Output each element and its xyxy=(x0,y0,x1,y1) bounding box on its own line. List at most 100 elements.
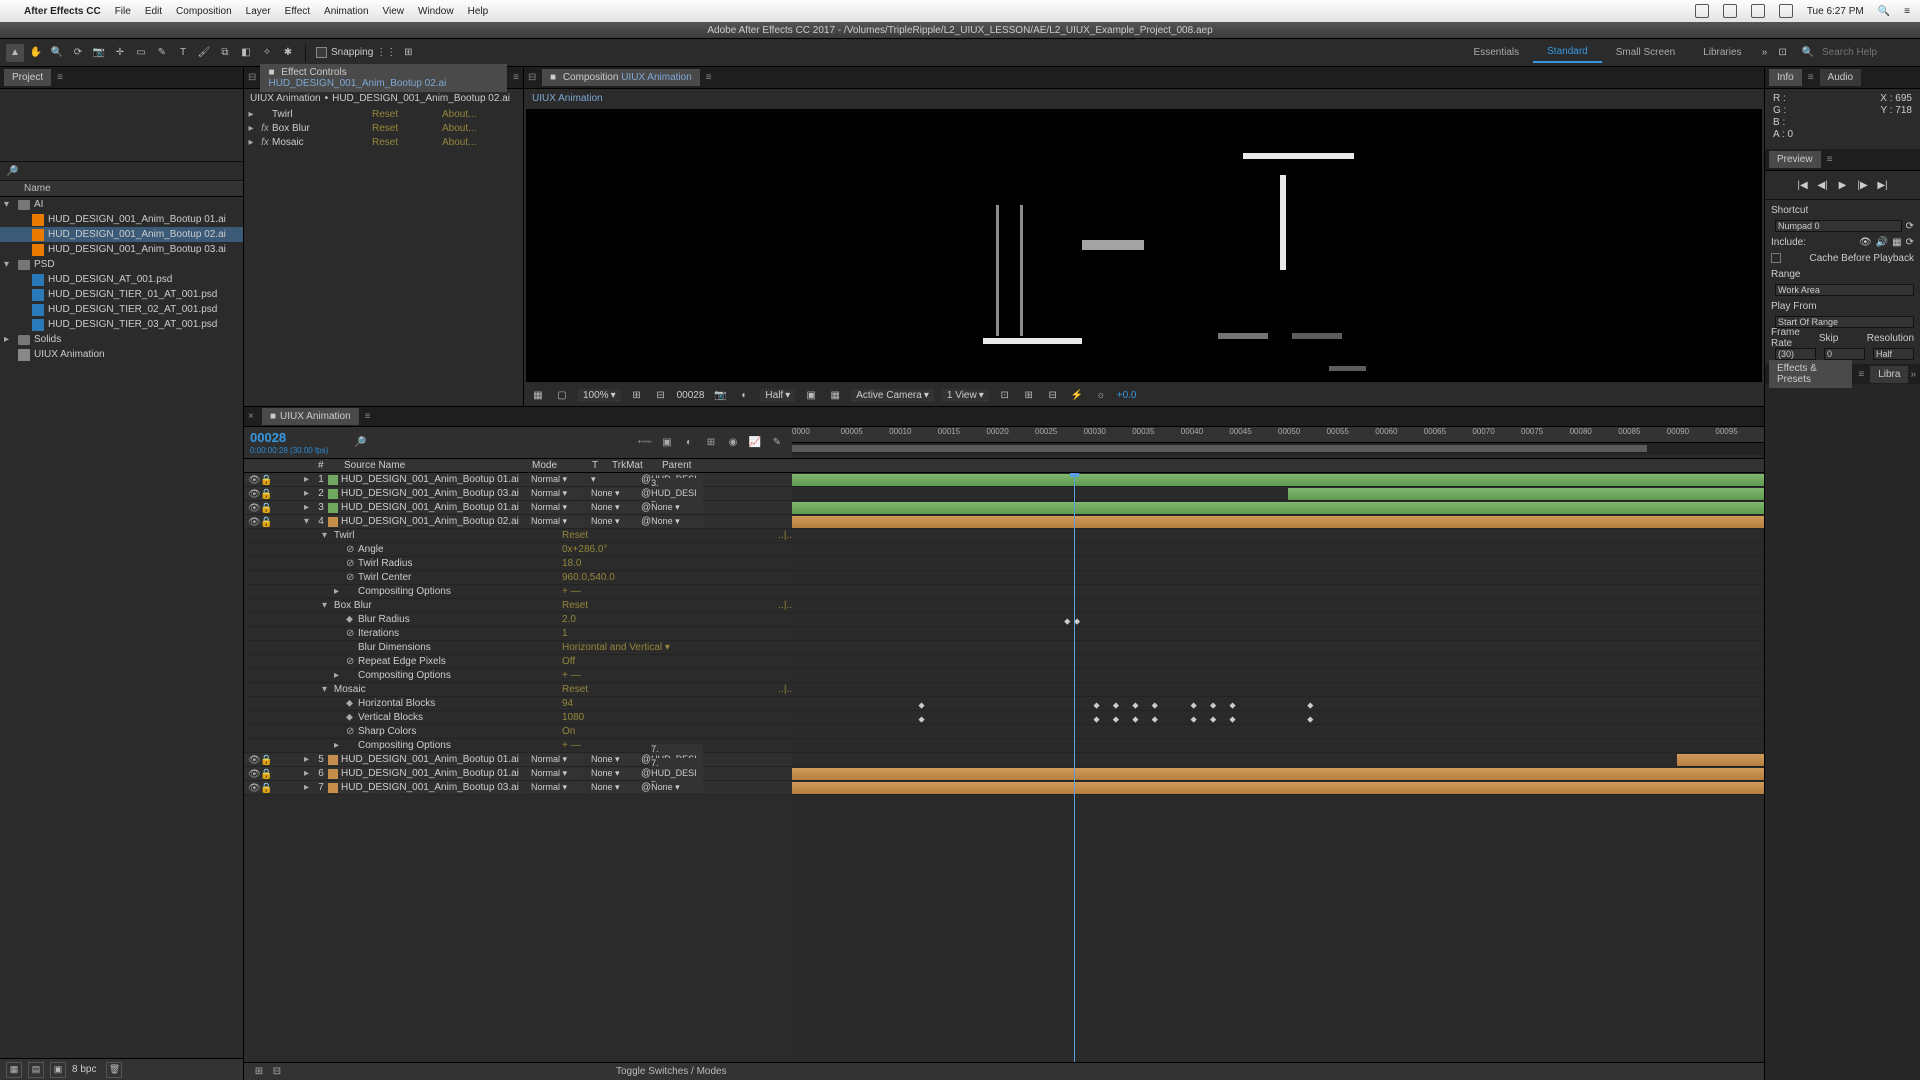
layer-clip[interactable] xyxy=(1677,754,1764,766)
spotlight-icon[interactable]: 🔍 xyxy=(1878,6,1890,17)
rotate-tool-icon[interactable]: ⟳ xyxy=(69,44,87,62)
twirl-icon[interactable]: ▸ xyxy=(304,474,314,485)
search-help-input[interactable] xyxy=(1820,46,1910,59)
keyframe[interactable]: ⬥ xyxy=(918,700,925,707)
keyframe[interactable]: ⬥ xyxy=(1152,700,1159,707)
fr-dropdown[interactable]: (30) xyxy=(1775,348,1816,360)
parent-pickwhip-icon[interactable]: @ xyxy=(641,502,651,513)
layer-clip[interactable] xyxy=(792,502,1764,514)
property-row[interactable]: ⊘Sharp ColorsOn xyxy=(244,725,792,739)
visibility-icon[interactable]: 👁 xyxy=(248,503,258,513)
visibility-icon[interactable]: 👁 xyxy=(248,489,258,499)
track-row[interactable] xyxy=(792,599,1764,613)
app-name[interactable]: After Effects CC xyxy=(24,6,101,17)
keyframe[interactable]: ⬥ xyxy=(1093,714,1100,721)
trash-icon[interactable]: 🗑 xyxy=(106,1062,122,1078)
project-item[interactable]: ▾PSD xyxy=(0,257,243,272)
keyframe[interactable]: ⬥ xyxy=(1113,700,1120,707)
property-row[interactable]: ⬥Horizontal Blocks94 xyxy=(244,697,792,711)
status-icon[interactable] xyxy=(1695,4,1709,18)
layer-color[interactable] xyxy=(328,769,338,779)
info-tab[interactable]: Info xyxy=(1769,69,1802,86)
project-item[interactable]: HUD_DESIGN_001_Anim_Bootup 01.ai xyxy=(0,212,243,227)
keyframe[interactable]: ⬥ xyxy=(1229,714,1236,721)
camera-tool-icon[interactable]: 📷 xyxy=(90,44,108,62)
layer-row[interactable]: 👁🔒 ▸ 7 HUD_DESIGN_001_Anim_Bootup 03.ai … xyxy=(244,781,792,795)
panel-menu-icon[interactable]: ≡ xyxy=(706,72,712,83)
include-audio-icon[interactable]: 🔊 xyxy=(1876,237,1888,248)
property-row[interactable]: ⊘Angle0x+286.0° xyxy=(244,543,792,557)
project-item[interactable]: ▸Solids xyxy=(0,332,243,347)
roi-icon[interactable]: ▣ xyxy=(803,387,819,403)
view-opt-icon[interactable]: ⊞ xyxy=(1021,387,1037,403)
track-area[interactable]: ⬥⬥⬥⬥⬥⬥⬥⬥⬥⬥⬥⬥⬥⬥⬥⬥⬥⬥⬥⬥ xyxy=(792,473,1764,1062)
transparency-icon[interactable]: ▦ xyxy=(827,387,843,403)
track-row[interactable] xyxy=(792,767,1764,781)
menu-view[interactable]: View xyxy=(383,6,405,17)
visibility-icon[interactable]: 👁 xyxy=(248,755,258,765)
blend-mode-dropdown[interactable]: Normal ▾ xyxy=(531,474,583,485)
composition-viewer[interactable] xyxy=(526,109,1762,382)
panel-menu-icon[interactable]: ≡ xyxy=(365,411,371,422)
lock-icon[interactable]: ⊟ xyxy=(528,72,542,83)
include-overlay-icon[interactable]: ▦ xyxy=(1892,237,1901,248)
twirl-icon[interactable]: ▸ xyxy=(304,768,314,779)
work-area-bar[interactable] xyxy=(792,443,1764,455)
keyframe[interactable]: ⬥ xyxy=(918,714,925,721)
type-tool-icon[interactable]: T xyxy=(174,44,192,62)
property-row[interactable]: ⊘Iterations1 xyxy=(244,627,792,641)
layer-color[interactable] xyxy=(328,517,338,527)
property-row[interactable]: ▾MosaicReset..|.. xyxy=(244,683,792,697)
twirl-icon[interactable]: ▸ xyxy=(304,502,314,513)
trkmat-dropdown[interactable]: None ▾ xyxy=(591,768,641,779)
layer-color[interactable] xyxy=(328,489,338,499)
camera-dropdown[interactable]: Active Camera▾ xyxy=(851,389,934,402)
trkmat-dropdown[interactable]: None ▾ xyxy=(591,782,641,793)
track-row[interactable] xyxy=(792,501,1764,515)
last-frame-icon[interactable]: ▶| xyxy=(1876,178,1890,192)
blend-mode-dropdown[interactable]: Normal ▾ xyxy=(531,768,583,779)
reso-dropdown[interactable]: Half xyxy=(1873,348,1914,360)
graph-editor-icon[interactable]: 📈 xyxy=(746,434,764,452)
track-row[interactable] xyxy=(792,627,1764,641)
track-row[interactable] xyxy=(792,725,1764,739)
lock-icon[interactable]: 🔒 xyxy=(260,755,270,765)
exposure-value[interactable]: +0.0 xyxy=(1117,390,1137,401)
track-row[interactable] xyxy=(792,515,1764,529)
track-row[interactable] xyxy=(792,739,1764,753)
property-row[interactable]: ▾Box BlurReset..|.. xyxy=(244,599,792,613)
interpret-footage-icon[interactable]: ▦ xyxy=(6,1062,22,1078)
blend-mode-dropdown[interactable]: Normal ▾ xyxy=(531,488,583,499)
visibility-icon[interactable]: 👁 xyxy=(248,517,258,527)
lock-icon[interactable]: 🔒 xyxy=(260,489,270,499)
layer-clip[interactable] xyxy=(792,782,1764,794)
property-row[interactable]: ⬥Vertical Blocks1080 xyxy=(244,711,792,725)
effect-row[interactable]: ▸fxBox BlurResetAbout... xyxy=(244,121,523,135)
blend-mode-dropdown[interactable]: Normal ▾ xyxy=(531,502,583,513)
track-row[interactable] xyxy=(792,557,1764,571)
keyframe[interactable]: ⬥ xyxy=(1113,714,1120,721)
layer-row[interactable]: 👁🔒 ▸ 3 HUD_DESIGN_001_Anim_Bootup 01.ai … xyxy=(244,501,792,515)
workspace-standard[interactable]: Standard xyxy=(1533,42,1602,63)
trkmat-dropdown[interactable]: None ▾ xyxy=(591,488,641,499)
skip-dropdown[interactable]: 0 xyxy=(1824,348,1865,360)
audio-tab[interactable]: Audio xyxy=(1820,69,1862,86)
keyframe[interactable]: ⬥ xyxy=(1229,700,1236,707)
workspace-libraries[interactable]: Libraries xyxy=(1689,43,1755,62)
menu-animation[interactable]: Animation xyxy=(324,6,368,17)
track-row[interactable] xyxy=(792,641,1764,655)
project-item[interactable]: HUD_DESIGN_TIER_03_AT_001.psd xyxy=(0,317,243,332)
keyframe[interactable]: ⬥ xyxy=(1307,714,1314,721)
keyframe[interactable]: ⬥ xyxy=(1093,700,1100,707)
timeline-search-icon[interactable]: 🔎 xyxy=(354,437,366,448)
rect-tool-icon[interactable]: ▭ xyxy=(132,44,150,62)
layer-row[interactable]: 👁🔒 ▸ 2 HUD_DESIGN_001_Anim_Bootup 03.ai … xyxy=(244,487,792,501)
property-row[interactable]: ▾TwirlReset..|.. xyxy=(244,529,792,543)
prev-frame-icon[interactable]: ◀| xyxy=(1816,178,1830,192)
parent-dropdown[interactable]: None ▾ xyxy=(651,502,703,513)
exposure-icon[interactable]: ☼ xyxy=(1093,387,1109,403)
lock-icon[interactable]: 🔒 xyxy=(260,475,270,485)
layer-list[interactable]: 👁🔒 ▸ 1 HUD_DESIGN_001_Anim_Bootup 01.ai … xyxy=(244,473,792,1062)
keyframe[interactable]: ⬥ xyxy=(1152,714,1159,721)
wifi-icon[interactable] xyxy=(1779,4,1793,18)
